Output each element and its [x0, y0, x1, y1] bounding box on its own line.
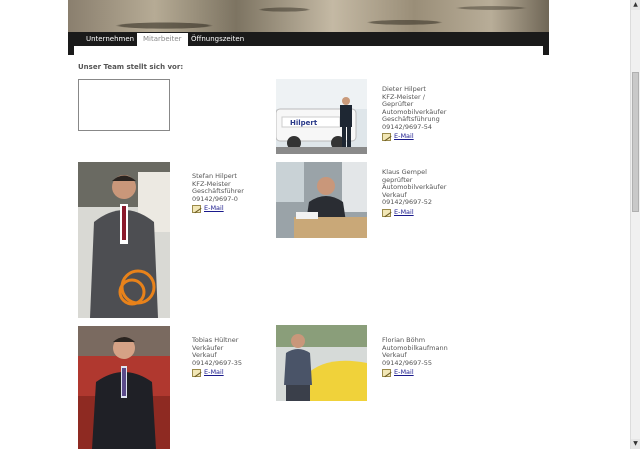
- photo-florian-boehm: [276, 325, 367, 401]
- person-phone: 09142/9697-54: [382, 122, 433, 131]
- photo-dieter-hilpert: Hilpert: [276, 79, 367, 154]
- person-phone: 09142/9697-35: [192, 358, 243, 367]
- nav-edge-right: [543, 46, 549, 55]
- tab-unternehmen[interactable]: Unternehmen: [80, 33, 140, 46]
- header-banner-image: [68, 0, 549, 32]
- info-dieter-hilpert: Dieter Hilpert KFZ-Meister / Geprüfter A…: [382, 85, 446, 141]
- person-phone: 09142/9697-0: [192, 194, 238, 203]
- tab-mitarbeiter[interactable]: Mitarbeiter: [137, 33, 188, 46]
- pencil-note-icon: [382, 133, 391, 141]
- pencil-note-icon: [192, 369, 201, 377]
- email-link-label: E-Mail: [394, 368, 414, 377]
- email-link-label: E-Mail: [394, 207, 414, 216]
- info-stefan-hilpert: Stefan Hilpert KFZ-Meister Geschäftsführ…: [192, 172, 244, 213]
- vertical-scrollbar[interactable]: ▲ ▼: [630, 0, 640, 449]
- scrollbar-thumb[interactable]: [632, 72, 639, 212]
- nav-edge-left: [68, 46, 74, 55]
- email-link[interactable]: E-Mail: [192, 205, 244, 213]
- email-link[interactable]: E-Mail: [382, 207, 446, 217]
- person-phone: 09142/9697-55: [382, 358, 433, 367]
- photo-klaus-gempel: [276, 162, 367, 238]
- email-link-label: E-Mail: [204, 204, 224, 213]
- person-phone: 09142/9697-52: [382, 198, 433, 206]
- tab-oeffnungszeiten[interactable]: Öffnungszeiten: [185, 33, 250, 46]
- info-tobias-hueltner: Tobias Hültner Verkäufer Verkauf 09142/9…: [192, 336, 243, 377]
- email-link-label: E-Mail: [204, 368, 224, 377]
- email-link[interactable]: E-Mail: [192, 369, 242, 377]
- pencil-note-icon: [382, 208, 391, 217]
- info-florian-boehm: Florian Böhm Automobilkaufmann Verkauf 0…: [382, 336, 448, 377]
- pencil-note-icon: [192, 205, 201, 213]
- pencil-note-icon: [382, 369, 391, 377]
- empty-photo-placeholder: [78, 79, 170, 131]
- scroll-down-arrow-icon[interactable]: ▼: [631, 439, 640, 449]
- photo-stefan-hilpert: [78, 162, 170, 318]
- photo-tobias-hueltner: [78, 326, 170, 449]
- email-link[interactable]: E-Mail: [382, 133, 446, 141]
- team-intro-heading: Unser Team stellt sich vor:: [78, 63, 184, 71]
- svg-text:Hilpert: Hilpert: [290, 119, 318, 127]
- email-link[interactable]: E-Mail: [382, 369, 448, 377]
- scroll-up-arrow-icon[interactable]: ▲: [631, 0, 640, 10]
- email-link-label: E-Mail: [394, 132, 414, 141]
- info-klaus-gempel: Klaus Gempel geprüfter Automobilverkäufe…: [382, 168, 446, 217]
